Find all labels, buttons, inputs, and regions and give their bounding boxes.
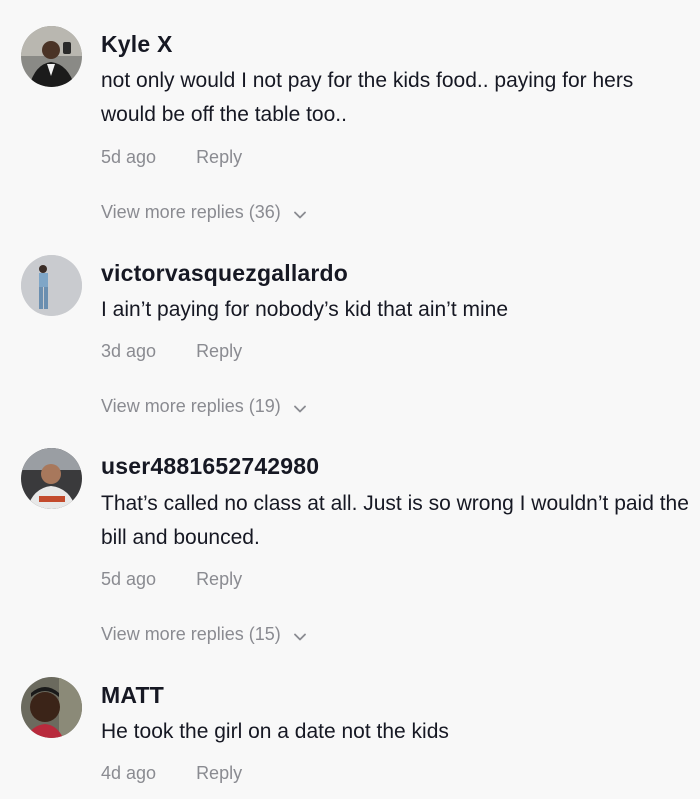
comment-text: I ain’t paying for nobody’s kid that ain… bbox=[101, 298, 509, 321]
view-more-replies-button[interactable]: View more replies (15) bbox=[101, 624, 306, 646]
comment-username[interactable]: MATT bbox=[101, 682, 164, 709]
comment-meta: 5d ago Reply bbox=[101, 569, 242, 590]
view-more-label: View more replies (19) bbox=[101, 396, 281, 416]
comment-meta: 5d ago Reply bbox=[101, 147, 242, 168]
comment-username[interactable]: victorvasquezgallardo bbox=[101, 260, 348, 287]
comment-text: not only would I not pay for the kids fo… bbox=[101, 69, 634, 126]
view-more-label: View more replies (36) bbox=[101, 202, 281, 222]
comment-text: He took the girl on a date not the kids bbox=[101, 720, 449, 743]
comment-list: Kyle X not only would I not pay for the … bbox=[0, 0, 700, 799]
view-more-label: View more replies (15) bbox=[101, 624, 281, 644]
chevron-down-icon bbox=[293, 397, 306, 418]
comment-username[interactable]: user4881652742980 bbox=[101, 453, 319, 480]
avatar[interactable] bbox=[21, 26, 82, 87]
avatar[interactable] bbox=[21, 677, 82, 738]
view-more-replies-button[interactable]: View more replies (36) bbox=[101, 202, 306, 224]
comment-meta: 4d ago Reply bbox=[101, 763, 242, 784]
reply-button[interactable]: Reply bbox=[196, 763, 242, 783]
comment-time: 3d ago bbox=[101, 341, 157, 361]
comment-username[interactable]: Kyle X bbox=[101, 31, 173, 58]
comment-time: 5d ago bbox=[101, 569, 157, 589]
reply-button[interactable]: Reply bbox=[196, 341, 242, 361]
avatar[interactable] bbox=[21, 255, 82, 316]
comment-time: 5d ago bbox=[101, 147, 157, 167]
avatar[interactable] bbox=[21, 448, 82, 509]
chevron-down-icon bbox=[293, 625, 306, 646]
reply-button[interactable]: Reply bbox=[196, 147, 242, 167]
comment-time: 4d ago bbox=[101, 763, 157, 783]
comment-text: That’s called no class at all. Just is s… bbox=[101, 492, 689, 549]
chevron-down-icon bbox=[293, 203, 306, 224]
comment-meta: 3d ago Reply bbox=[101, 341, 242, 362]
reply-button[interactable]: Reply bbox=[196, 569, 242, 589]
view-more-replies-button[interactable]: View more replies (19) bbox=[101, 396, 306, 418]
